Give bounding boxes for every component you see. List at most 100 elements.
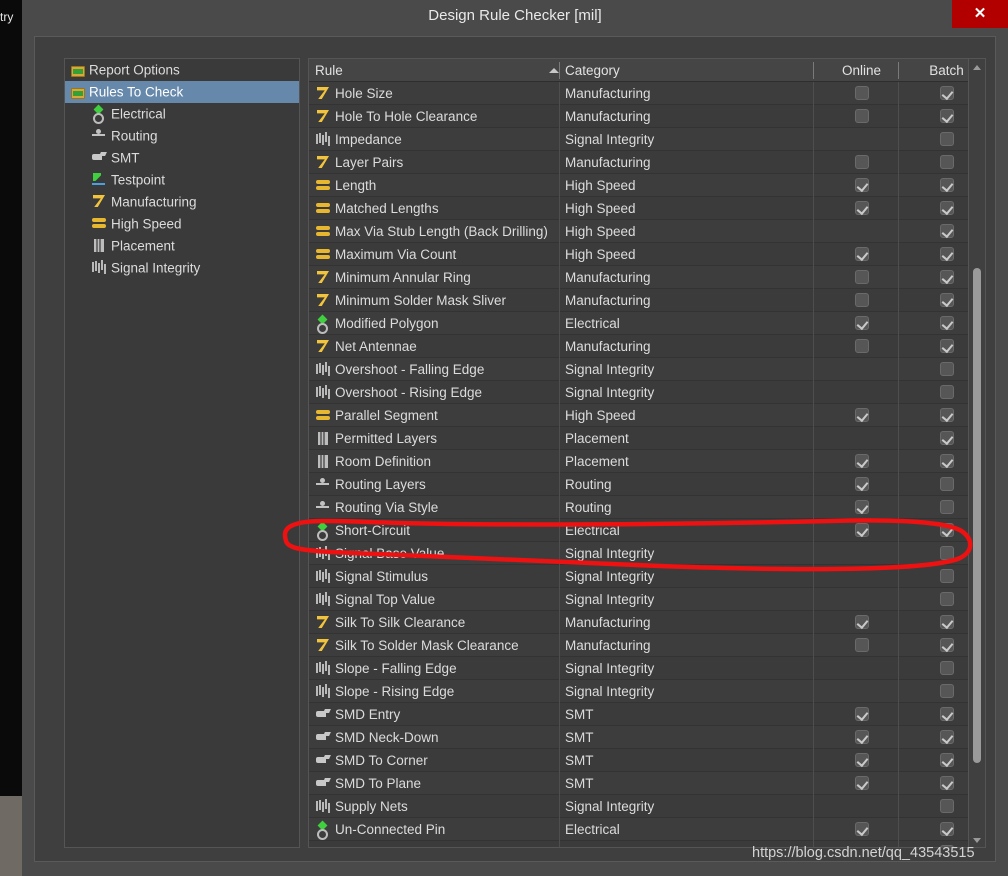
batch-checkbox-cell[interactable] (904, 680, 969, 703)
online-checkbox-cell[interactable] (819, 565, 904, 588)
batch-checkbox[interactable] (939, 523, 954, 537)
table-row[interactable]: Signal Stimulus Signal Integrity (309, 565, 969, 588)
table-row[interactable]: Hole Size Manufacturing (309, 82, 969, 105)
batch-checkbox[interactable] (939, 707, 954, 721)
online-checkbox-cell[interactable] (819, 105, 904, 128)
batch-checkbox[interactable] (939, 799, 954, 813)
table-row[interactable]: Short-Circuit Electrical (309, 519, 969, 542)
batch-checkbox-cell[interactable] (904, 496, 969, 519)
batch-checkbox-cell[interactable] (904, 519, 969, 542)
batch-checkbox-cell[interactable] (904, 703, 969, 726)
table-row[interactable]: SMD To Corner SMT (309, 749, 969, 772)
sidebar-item-smt[interactable]: SMT (65, 147, 299, 169)
sidebar-item-testpoint[interactable]: Testpoint (65, 169, 299, 191)
sidebar-item-placement[interactable]: Placement (65, 235, 299, 257)
batch-checkbox[interactable] (939, 477, 954, 491)
batch-checkbox[interactable] (939, 661, 954, 675)
batch-checkbox[interactable] (939, 431, 954, 445)
batch-checkbox-cell[interactable] (904, 818, 969, 841)
batch-checkbox-cell[interactable] (904, 128, 969, 151)
online-checkbox-cell[interactable] (819, 519, 904, 542)
batch-checkbox-cell[interactable] (904, 82, 969, 105)
table-row[interactable]: Length High Speed (309, 174, 969, 197)
table-row[interactable]: Routing Via Style Routing (309, 496, 969, 519)
column-header-rule[interactable]: Rule (315, 59, 555, 82)
table-row[interactable]: Un-Connected Pin Electrical (309, 818, 969, 841)
scroll-up-icon[interactable] (969, 59, 985, 76)
table-row[interactable]: Overshoot - Falling Edge Signal Integrity (309, 358, 969, 381)
online-checkbox-cell[interactable] (819, 174, 904, 197)
online-checkbox-cell[interactable] (819, 151, 904, 174)
online-checkbox[interactable] (854, 247, 869, 261)
table-row[interactable]: Slope - Falling Edge Signal Integrity (309, 657, 969, 680)
batch-checkbox[interactable] (939, 569, 954, 583)
batch-checkbox[interactable] (939, 316, 954, 330)
batch-checkbox-cell[interactable] (904, 749, 969, 772)
online-checkbox[interactable] (854, 178, 869, 192)
online-checkbox-cell[interactable] (819, 634, 904, 657)
batch-checkbox[interactable] (939, 293, 954, 307)
online-checkbox-cell[interactable] (819, 243, 904, 266)
batch-checkbox-cell[interactable] (904, 243, 969, 266)
vertical-scrollbar[interactable] (968, 59, 985, 847)
online-checkbox-cell[interactable] (819, 404, 904, 427)
online-checkbox-cell[interactable] (819, 680, 904, 703)
online-checkbox[interactable] (854, 730, 869, 744)
table-row[interactable]: Max Via Stub Length (Back Drilling) High … (309, 220, 969, 243)
online-checkbox-cell[interactable] (819, 496, 904, 519)
online-checkbox-cell[interactable] (819, 657, 904, 680)
batch-checkbox-cell[interactable] (904, 657, 969, 680)
table-row[interactable]: Supply Nets Signal Integrity (309, 795, 969, 818)
online-checkbox[interactable] (854, 293, 869, 307)
close-icon[interactable]: ✕ (952, 0, 1008, 28)
online-checkbox-cell[interactable] (819, 197, 904, 220)
online-checkbox-cell[interactable] (819, 335, 904, 358)
table-row[interactable]: Modified Polygon Electrical (309, 312, 969, 335)
table-row[interactable]: Impedance Signal Integrity (309, 128, 969, 151)
column-header-category[interactable]: Category (565, 59, 805, 82)
table-row[interactable]: Room Definition Placement (309, 450, 969, 473)
batch-checkbox[interactable] (939, 224, 954, 238)
online-checkbox-cell[interactable] (819, 450, 904, 473)
online-checkbox-cell[interactable] (819, 611, 904, 634)
column-header-online[interactable]: Online (819, 59, 904, 82)
table-row[interactable]: Hole To Hole Clearance Manufacturing (309, 105, 969, 128)
batch-checkbox-cell[interactable] (904, 358, 969, 381)
online-checkbox-cell[interactable] (819, 128, 904, 151)
sidebar-item-electrical[interactable]: Electrical (65, 103, 299, 125)
batch-checkbox[interactable] (939, 500, 954, 514)
table-row[interactable]: Silk To Solder Mask Clearance Manufacturi… (309, 634, 969, 657)
batch-checkbox-cell[interactable] (904, 404, 969, 427)
batch-checkbox[interactable] (939, 385, 954, 399)
batch-checkbox-cell[interactable] (904, 197, 969, 220)
table-row[interactable]: Signal Top Value Signal Integrity (309, 588, 969, 611)
batch-checkbox[interactable] (939, 822, 954, 836)
batch-checkbox-cell[interactable] (904, 450, 969, 473)
batch-checkbox[interactable] (939, 247, 954, 261)
online-checkbox[interactable] (854, 707, 869, 721)
table-row[interactable]: Layer Pairs Manufacturing (309, 151, 969, 174)
batch-checkbox-cell[interactable] (904, 565, 969, 588)
batch-checkbox-cell[interactable] (904, 381, 969, 404)
batch-checkbox-cell[interactable] (904, 312, 969, 335)
batch-checkbox-cell[interactable] (904, 220, 969, 243)
table-row[interactable]: Signal Base Value Signal Integrity (309, 542, 969, 565)
online-checkbox-cell[interactable] (819, 726, 904, 749)
online-checkbox[interactable] (854, 615, 869, 629)
batch-checkbox-cell[interactable] (904, 588, 969, 611)
batch-checkbox-cell[interactable] (904, 772, 969, 795)
sidebar-item-manufacturing[interactable]: Manufacturing (65, 191, 299, 213)
batch-checkbox[interactable] (939, 270, 954, 284)
batch-checkbox-cell[interactable] (904, 105, 969, 128)
batch-checkbox-cell[interactable] (904, 151, 969, 174)
batch-checkbox[interactable] (939, 201, 954, 215)
scrollbar-thumb[interactable] (973, 268, 981, 763)
sidebar-item-rules-to-check[interactable]: Rules To Check (65, 81, 299, 103)
online-checkbox-cell[interactable] (819, 772, 904, 795)
batch-checkbox-cell[interactable] (904, 611, 969, 634)
online-checkbox-cell[interactable] (819, 703, 904, 726)
sidebar-item-routing[interactable]: Routing (65, 125, 299, 147)
batch-checkbox-cell[interactable] (904, 795, 969, 818)
online-checkbox[interactable] (854, 454, 869, 468)
table-row[interactable]: Parallel Segment High Speed (309, 404, 969, 427)
